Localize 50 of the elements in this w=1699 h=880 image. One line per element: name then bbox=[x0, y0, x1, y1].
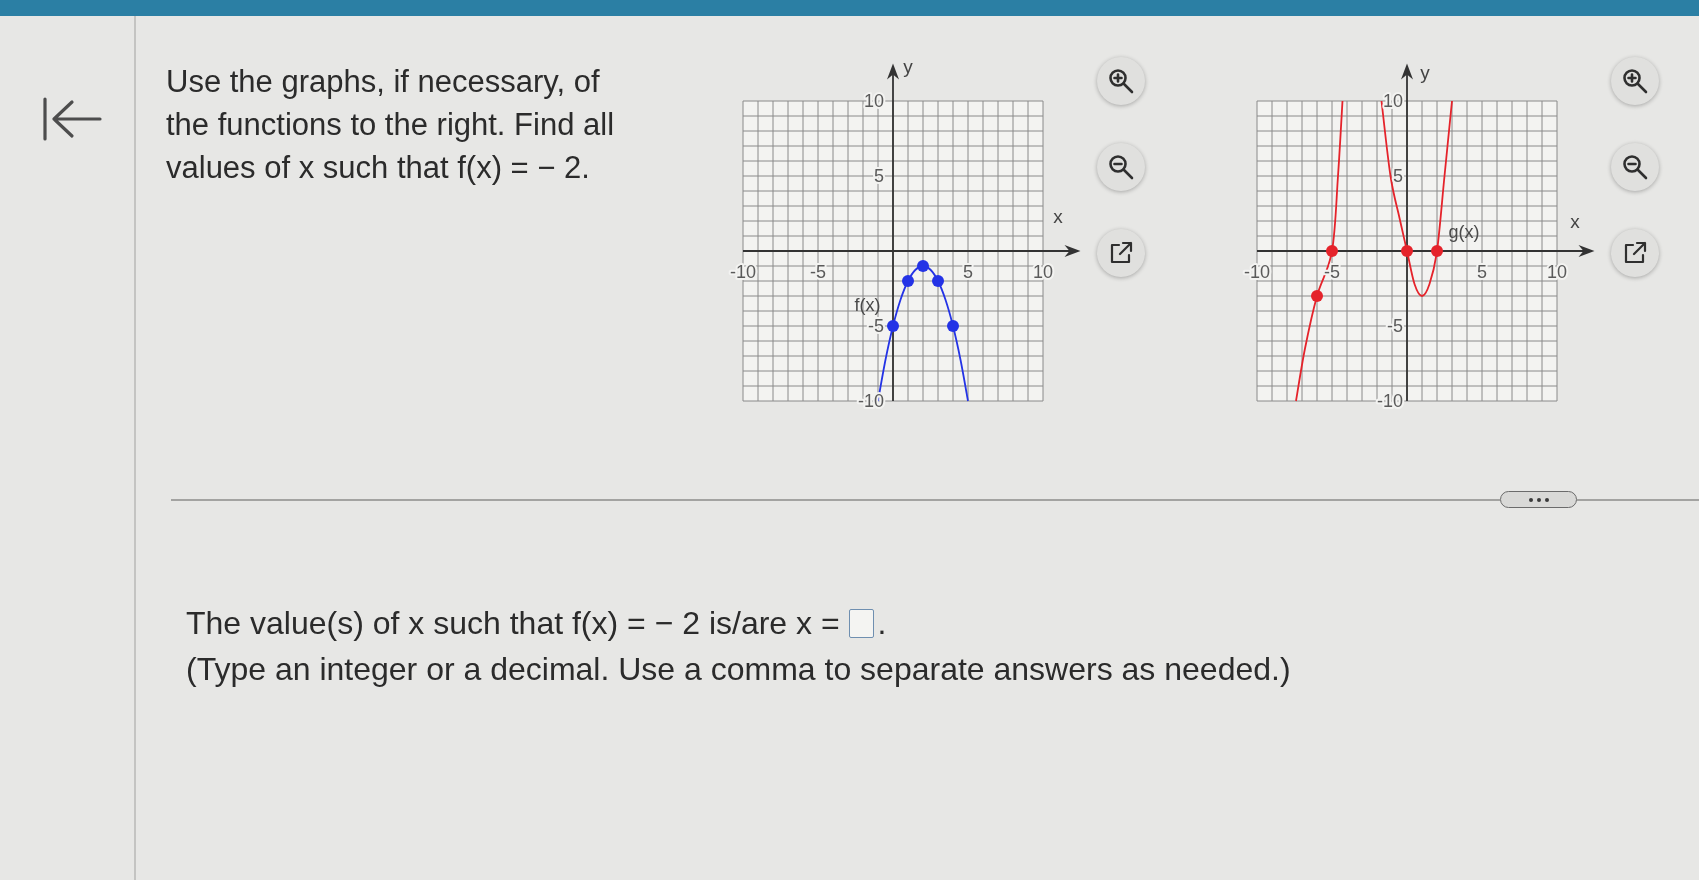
more-button[interactable] bbox=[1500, 491, 1577, 508]
zoom-in-icon bbox=[1622, 68, 1648, 94]
tick-label: 5 bbox=[1393, 166, 1403, 186]
answer-prompt: The value(s) of x such that f(x) = − 2 is/are x = bbox=[186, 604, 840, 642]
tick-label: 10 bbox=[1547, 262, 1567, 282]
tick-label: 5 bbox=[874, 166, 884, 186]
instruction-text: (Type an integer or a decimal. Use a comma to separate answers as needed.) bbox=[186, 650, 1292, 689]
tick-label: -10 bbox=[858, 391, 884, 411]
answer-period: . bbox=[877, 604, 887, 642]
ellipsis-icon bbox=[1528, 497, 1549, 502]
question-text: Use the graphs, if necessary, of the functions to the right. Find all values of x such that f(x) = − 2. bbox=[166, 63, 616, 187]
open-in-window-button[interactable] bbox=[1097, 229, 1145, 277]
tick-label: 5 bbox=[1477, 262, 1487, 282]
external-link-icon bbox=[1109, 241, 1133, 265]
left-arrow-to-bar-icon bbox=[42, 97, 102, 141]
open-in-window-button[interactable] bbox=[1611, 229, 1659, 277]
tick-label: 10 bbox=[1382, 91, 1403, 111]
axis-label: y bbox=[1420, 62, 1430, 83]
axis-label: x bbox=[1053, 206, 1063, 227]
zoom-out-button[interactable] bbox=[1097, 143, 1145, 191]
zoom-in-icon bbox=[1108, 68, 1134, 94]
zoom-out-icon bbox=[1622, 154, 1648, 180]
data-point bbox=[947, 320, 959, 332]
data-point bbox=[887, 320, 899, 332]
back-button[interactable] bbox=[42, 97, 102, 141]
zoom-out-icon bbox=[1108, 154, 1134, 180]
data-point bbox=[1311, 290, 1323, 302]
zoom-in-button[interactable] bbox=[1097, 57, 1145, 105]
data-point bbox=[932, 275, 944, 287]
tick-label: 10 bbox=[1033, 262, 1053, 282]
data-point bbox=[1326, 245, 1338, 257]
data-point bbox=[902, 275, 914, 287]
tick-label: 10 bbox=[863, 91, 884, 111]
function-label: f(x) bbox=[854, 295, 881, 315]
external-link-icon bbox=[1623, 241, 1647, 265]
tick-label: -10 bbox=[1244, 262, 1270, 282]
axis-label: x bbox=[1570, 210, 1580, 232]
axis-label: y bbox=[903, 56, 913, 77]
tick-label: -5 bbox=[810, 262, 826, 282]
tick-label: -5 bbox=[1387, 316, 1403, 336]
data-point bbox=[1431, 245, 1443, 257]
tick-label: 5 bbox=[963, 262, 973, 282]
tick-label: -10 bbox=[1377, 391, 1403, 411]
zoom-out-button[interactable] bbox=[1611, 143, 1659, 191]
answer-box[interactable] bbox=[848, 608, 874, 638]
data-point bbox=[1401, 245, 1413, 257]
zoom-in-button[interactable] bbox=[1611, 57, 1659, 105]
tick-label: -5 bbox=[868, 316, 884, 336]
tick-label: -10 bbox=[730, 262, 756, 282]
data-point bbox=[917, 260, 929, 272]
